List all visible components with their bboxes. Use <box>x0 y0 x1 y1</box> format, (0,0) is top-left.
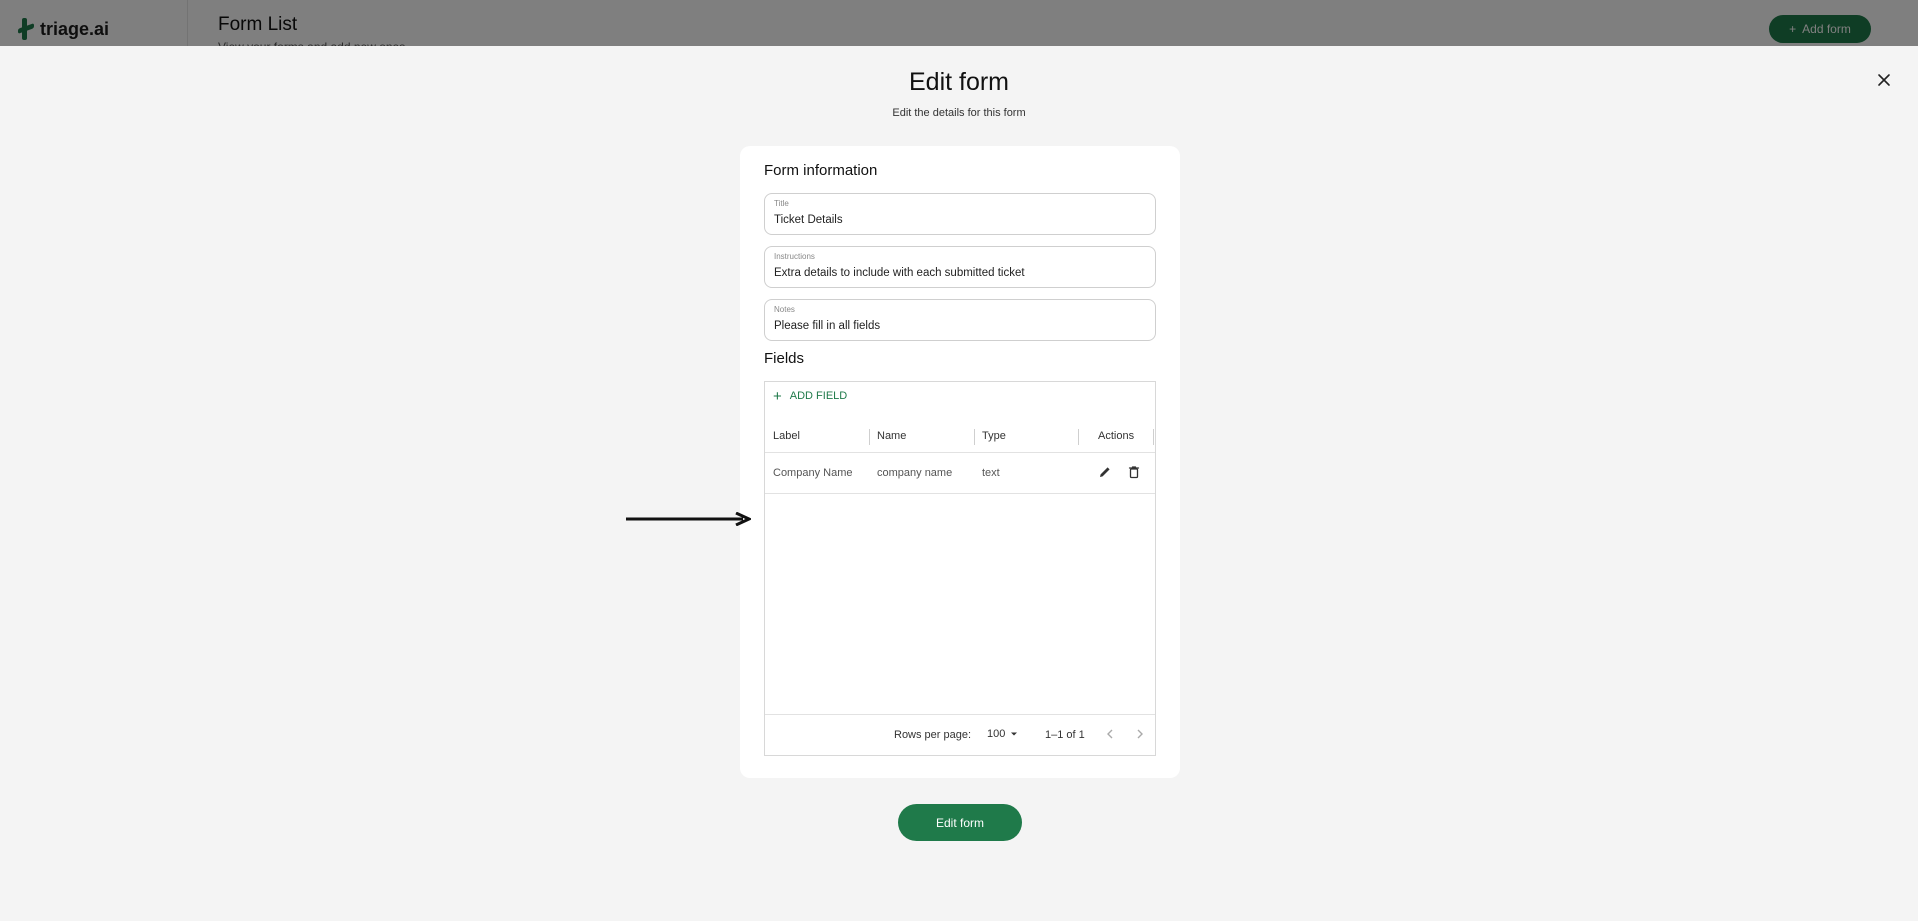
column-header-type[interactable]: Type <box>982 430 1006 442</box>
notes-field[interactable]: Notes Please fill in all fields <box>764 299 1156 341</box>
column-header-label[interactable]: Label <box>773 430 800 442</box>
instructions-field-label: Instructions <box>774 252 815 261</box>
edit-row-button[interactable] <box>1098 465 1114 481</box>
delete-row-button[interactable] <box>1127 465 1143 481</box>
column-separator[interactable] <box>1153 429 1154 445</box>
fields-heading: Fields <box>764 350 805 367</box>
plus-icon: + <box>773 387 782 405</box>
title-field-label: Title <box>774 199 789 208</box>
add-field-label: ADD FIELD <box>789 390 848 402</box>
table-header: Label Name Type Actions <box>765 420 1155 453</box>
modal-title: Edit form <box>908 68 1010 96</box>
next-page-button[interactable] <box>1135 728 1145 743</box>
edit-form-modal: Edit form Edit the details for this form… <box>0 46 1918 921</box>
add-field-button[interactable]: + ADD FIELD <box>773 387 848 405</box>
pagination-range: 1–1 of 1 <box>1045 729 1085 741</box>
title-field[interactable]: Title Ticket Details <box>764 193 1156 235</box>
rows-per-page-select[interactable]: 100 <box>987 728 1019 740</box>
fields-table: + ADD FIELD Label Name Type Actions Comp… <box>764 381 1156 756</box>
cell-type: text <box>982 467 1000 479</box>
rows-per-page-value: 100 <box>987 728 1006 740</box>
notes-field-value: Please fill in all fields <box>774 320 881 332</box>
instructions-field-value: Extra details to include with each submi… <box>774 267 1025 279</box>
table-pagination: Rows per page: 100 1–1 of 1 <box>765 714 1155 756</box>
form-information-heading: Form information <box>764 162 878 179</box>
caret-down-icon <box>1011 732 1018 736</box>
chevron-right-icon <box>1137 729 1143 739</box>
column-separator[interactable] <box>869 429 870 445</box>
column-header-actions: Actions <box>1098 430 1135 442</box>
edit-form-submit-button[interactable]: Edit form <box>898 804 1022 841</box>
form-card: Form information Title Ticket Details In… <box>740 146 1180 778</box>
title-field-value: Ticket Details <box>774 214 843 226</box>
notes-field-label: Notes <box>774 305 795 314</box>
rows-per-page-label: Rows per page: <box>894 729 972 741</box>
instructions-field[interactable]: Instructions Extra details to include wi… <box>764 246 1156 288</box>
chevron-left-icon <box>1107 729 1113 739</box>
column-header-name[interactable]: Name <box>877 430 906 442</box>
cell-name: company name <box>877 467 953 479</box>
arrow-right-icon <box>626 512 751 526</box>
modal-subtitle: Edit the details for this form <box>892 107 1026 119</box>
column-separator[interactable] <box>974 429 975 445</box>
trash-icon <box>1128 466 1140 479</box>
pencil-icon <box>1100 467 1110 477</box>
previous-page-button[interactable] <box>1105 728 1115 743</box>
cell-label: Company Name <box>773 467 853 479</box>
column-separator[interactable] <box>1078 429 1079 445</box>
table-row[interactable]: Company Name company name text <box>765 454 1155 494</box>
